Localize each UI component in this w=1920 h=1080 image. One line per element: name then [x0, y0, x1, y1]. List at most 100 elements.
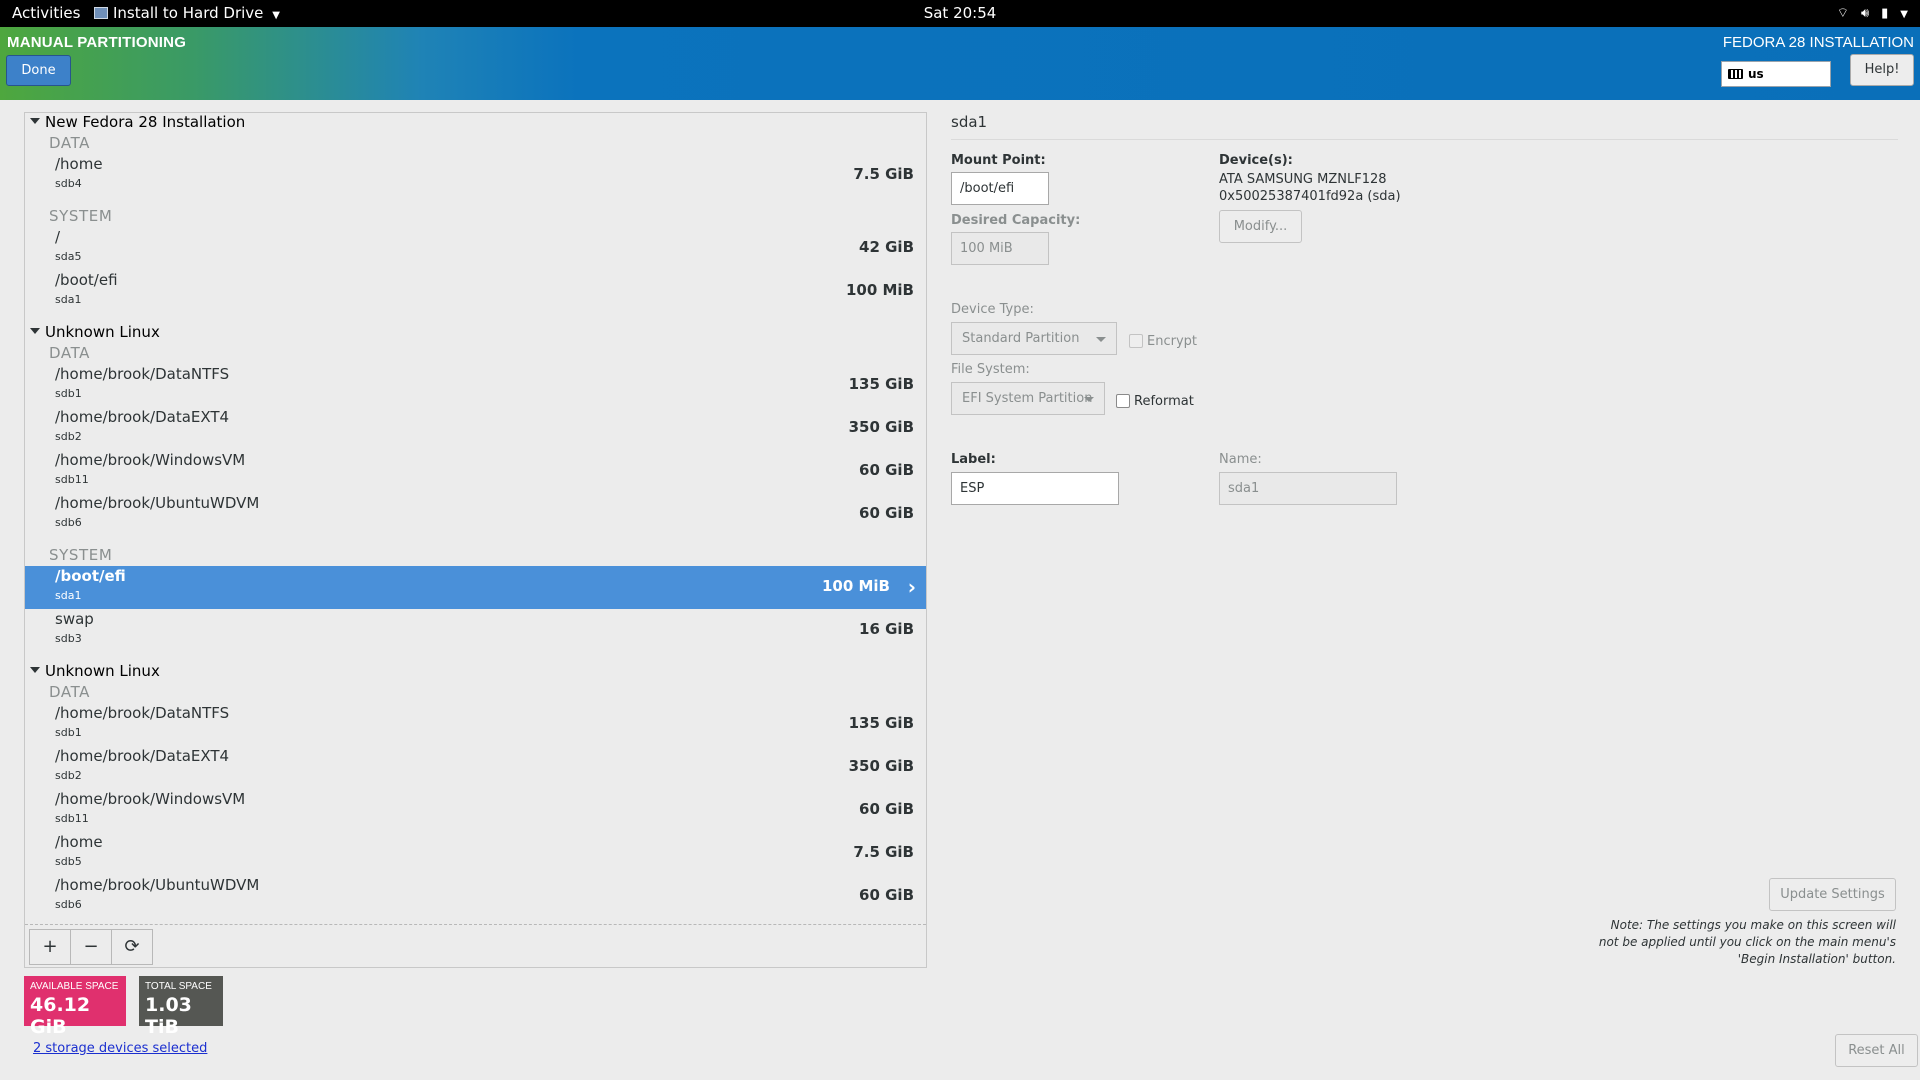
device-name: sdb2 — [55, 430, 82, 443]
group-header[interactable]: Unknown Linux — [30, 323, 160, 341]
reformat-checkbox[interactable]: Reformat — [1116, 394, 1194, 409]
partition-size: 135 GiB — [848, 375, 914, 393]
storage-devices-link[interactable]: 2 storage devices selected — [33, 1041, 207, 1056]
system-menu-icon: ▼ — [1900, 9, 1908, 20]
available-space-badge: AVAILABLE SPACE 46.12 GiB — [24, 976, 126, 1038]
mount-point: /home — [55, 833, 103, 851]
mount-point: / — [55, 228, 61, 246]
expander-triangle-icon[interactable] — [30, 667, 40, 673]
mount-point: /home/brook/DataNTFS — [55, 704, 230, 722]
settings-note: Note: The settings you make on this scre… — [1598, 918, 1896, 966]
label-input[interactable]: ESP — [951, 472, 1119, 505]
group-header[interactable]: New Fedora 28 Installation — [30, 113, 245, 131]
reset-all-button[interactable]: Reset All — [1835, 1034, 1918, 1067]
partition-row[interactable]: /home sdb5 7.5 GiB — [25, 832, 926, 875]
device-name: sdb4 — [55, 177, 82, 190]
mount-point: /home/brook/WindowsVM — [55, 451, 246, 469]
page-title: MANUAL PARTITIONING — [7, 34, 187, 51]
group-title: Unknown Linux — [45, 323, 160, 341]
partition-row[interactable]: /home/brook/UbuntuWDVM sdb6 60 GiB — [25, 875, 926, 918]
section-label: DATA — [49, 683, 91, 701]
device-type-label: Device Type: — [951, 302, 1034, 317]
system-tray[interactable]: ⌔ 🔊︎ ▮ ▼ — [1825, 0, 1908, 27]
partition-size: 60 GiB — [859, 504, 914, 522]
section-label: SYSTEM — [49, 207, 113, 225]
mount-point: swap — [55, 610, 94, 628]
device-name: sdb11 — [55, 473, 89, 486]
device-name: sda1 — [55, 589, 82, 602]
partition-size: 60 GiB — [859, 461, 914, 479]
done-button[interactable]: Done — [6, 55, 71, 86]
app-menu-label: Install to Hard Drive — [113, 4, 264, 22]
section-label: DATA — [49, 344, 91, 362]
group-header[interactable]: Unknown Linux — [30, 662, 160, 680]
partition-size: 135 GiB — [848, 714, 914, 732]
partition-row[interactable]: /boot/efi sda1 100 MiB — [25, 270, 926, 313]
partition-toolbar: + − ⟳ — [29, 929, 153, 965]
mount-point: /home/brook/DataNTFS — [55, 365, 230, 383]
partition-row[interactable]: /home/brook/DataNTFS sdb1 135 GiB — [25, 703, 926, 746]
partition-row[interactable]: swap sdb3 16 GiB — [25, 609, 926, 652]
partition-row[interactable]: /home/brook/UbuntuWDVM sdb6 60 GiB — [25, 493, 926, 536]
modify-button[interactable]: Modify... — [1219, 210, 1302, 243]
mount-point: /home/brook/DataEXT4 — [55, 408, 230, 426]
desired-capacity-label: Desired Capacity: — [951, 213, 1081, 228]
remove-partition-button[interactable]: − — [70, 929, 112, 965]
checkbox-box — [1129, 334, 1143, 348]
expander-triangle-icon[interactable] — [30, 118, 40, 124]
partition-size: 350 GiB — [848, 418, 914, 436]
app-menu[interactable]: Install to Hard Drive ▼ — [94, 0, 280, 27]
file-system-select[interactable]: EFI System Partition — [951, 382, 1105, 415]
update-settings-button[interactable]: Update Settings — [1769, 878, 1896, 911]
device-name: sdb6 — [55, 516, 82, 529]
divider — [951, 139, 1898, 140]
keyboard-layout-indicator[interactable]: us — [1721, 61, 1831, 87]
selected-device-title: sda1 — [951, 113, 988, 131]
partition-size: 350 GiB — [848, 757, 914, 775]
chevron-down-icon — [1084, 397, 1094, 402]
expander-triangle-icon[interactable] — [30, 328, 40, 334]
partition-row[interactable]: /home/brook/WindowsVM sdb11 60 GiB — [25, 450, 926, 493]
spoke-header: MANUAL PARTITIONING Done FEDORA 28 INSTA… — [0, 27, 1920, 100]
wifi-icon: ⌔ — [1836, 6, 1849, 21]
mount-point: /boot/efi — [55, 271, 118, 289]
mount-point: /home — [55, 155, 103, 173]
mount-point-input[interactable]: /boot/efi — [951, 172, 1049, 205]
encrypt-checkbox[interactable]: Encrypt — [1129, 334, 1197, 349]
name-input[interactable]: sda1 — [1219, 472, 1397, 505]
partition-row[interactable]: / sda5 42 GiB — [25, 227, 926, 270]
help-button[interactable]: Help! — [1850, 54, 1914, 86]
volume-icon: 🔊︎ — [1860, 6, 1870, 21]
keyboard-icon — [1728, 69, 1743, 79]
partition-row[interactable]: /home/brook/WindowsVM sdb11 60 GiB — [25, 789, 926, 832]
chevron-down-icon: ▼ — [272, 10, 280, 21]
refresh-button[interactable]: ⟳ — [111, 929, 153, 965]
partition-tree[interactable]: New Fedora 28 Installation DATA/home sdb4 7… — [25, 113, 926, 925]
partition-size: 60 GiB — [859, 886, 914, 904]
partition-row[interactable]: /home/brook/DataEXT4 sdb2 350 GiB — [25, 746, 926, 789]
chevron-down-icon — [1096, 337, 1106, 342]
device-name: sda5 — [55, 250, 82, 263]
section-label: SYSTEM — [49, 546, 113, 564]
available-space-label: AVAILABLE SPACE — [30, 981, 119, 992]
partition-row-selected[interactable]: /boot/efi sda1 100 MiB › — [25, 566, 926, 609]
desired-capacity-input[interactable]: 100 MiB — [951, 232, 1049, 265]
partition-row[interactable]: /home/brook/DataNTFS sdb1 135 GiB — [25, 364, 926, 407]
partition-row[interactable]: /home sdb4 7.5 GiB — [25, 154, 926, 197]
keyboard-layout-label: us — [1748, 67, 1764, 81]
device-type-value: Standard Partition — [962, 331, 1080, 346]
group-title: New Fedora 28 Installation — [45, 113, 246, 131]
top-bar: Activities Install to Hard Drive ▼ Sat 2… — [0, 0, 1920, 27]
partition-size: 42 GiB — [859, 238, 914, 256]
partition-size: 7.5 GiB — [853, 843, 914, 861]
total-space-badge: TOTAL SPACE 1.03 TiB — [139, 976, 223, 1038]
partition-row[interactable]: /home/brook/DataEXT4 sdb2 350 GiB — [25, 407, 926, 450]
partition-size: 16 GiB — [859, 620, 914, 638]
available-space-value: 46.12 GiB — [30, 994, 91, 1038]
mount-point: /boot/efi — [55, 567, 126, 585]
partition-size: 60 GiB — [859, 800, 914, 818]
add-partition-button[interactable]: + — [29, 929, 71, 965]
activities-button[interactable]: Activities — [12, 0, 80, 27]
device-type-select[interactable]: Standard Partition — [951, 322, 1117, 355]
clock[interactable]: Sat 20:54 — [924, 4, 997, 22]
